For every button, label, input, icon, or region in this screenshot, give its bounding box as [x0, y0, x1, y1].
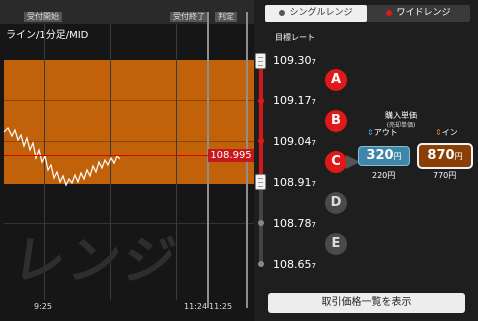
target-rate-title: 目標レート: [275, 33, 315, 42]
x-axis-label: 11:24: [184, 302, 208, 311]
rate-tick: [258, 138, 264, 144]
price-chart: 受付開始 受付終了 判定 ライン/1分足/MID レンジ 108.995 9:2…: [0, 0, 254, 321]
buy-in-button[interactable]: 870円: [417, 143, 473, 169]
tab-label: ワイドレンジ: [396, 8, 451, 18]
in-sale-price: 770円: [433, 171, 457, 180]
range-button-a[interactable]: A: [325, 69, 347, 91]
up-down-arrow-icon: ⇕: [367, 128, 374, 137]
x-axis-label: 11:25: [209, 302, 233, 311]
target-rate-value: 109.047: [273, 135, 316, 148]
out-sale-price: 220円: [372, 171, 396, 180]
in-label: ⇕イン: [435, 128, 458, 137]
rate-tick: [258, 261, 264, 267]
current-price-line: [4, 155, 216, 156]
show-price-list-button[interactable]: 取引価格一覧を表示: [268, 293, 465, 313]
lower-range-handle[interactable]: [255, 174, 266, 190]
rate-slider-selected: [259, 62, 263, 182]
up-down-arrow-icon: ⇕: [435, 128, 442, 137]
target-rate-value: 108.917: [273, 176, 316, 189]
range-type-tabs: シングルレンジ ワイドレンジ: [265, 5, 470, 22]
buy-out-button[interactable]: 320円: [358, 146, 410, 166]
target-rate-value: 109.307: [273, 54, 316, 67]
tab-wide-range[interactable]: ワイドレンジ: [367, 5, 470, 22]
tab-label: シングルレンジ: [289, 8, 353, 18]
tab-single-range[interactable]: シングルレンジ: [265, 5, 367, 22]
radio-dot-icon: [386, 9, 393, 16]
target-rate-value: 109.177: [273, 94, 316, 107]
radio-dot-icon: [279, 9, 286, 16]
current-price-tag: 108.995: [208, 149, 254, 162]
upper-range-handle[interactable]: [255, 53, 266, 69]
target-rate-value: 108.787: [273, 217, 316, 230]
rate-tick: [258, 98, 264, 104]
range-button-e[interactable]: E: [325, 233, 347, 255]
rate-tick: [258, 220, 264, 226]
out-label: ⇕アウト: [367, 128, 398, 137]
target-rate-value: 108.657: [273, 258, 316, 271]
x-axis-label: 9:25: [34, 302, 52, 311]
range-button-b[interactable]: B: [325, 110, 347, 132]
range-button-d[interactable]: D: [325, 192, 347, 214]
range-button-c[interactable]: C: [325, 151, 347, 173]
